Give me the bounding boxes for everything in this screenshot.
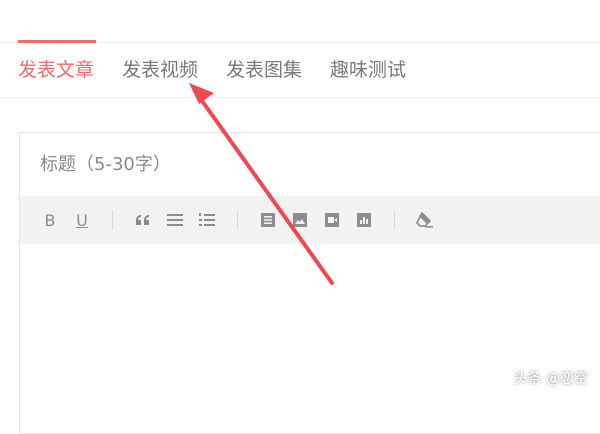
article-editor: B U: [19, 132, 600, 434]
toolbar-separator: [394, 210, 395, 230]
video-icon: [325, 213, 339, 227]
document-icon: [261, 213, 275, 227]
insert-chart-button[interactable]: [353, 209, 375, 231]
underline-button[interactable]: U: [71, 209, 93, 231]
insert-image-button[interactable]: [289, 209, 311, 231]
bullet-list-button[interactable]: [164, 209, 186, 231]
tab-publish-video[interactable]: 发表视频: [122, 56, 198, 84]
editor-toolbar: B U: [20, 196, 600, 244]
bold-icon: B: [44, 210, 56, 230]
quote-icon: [136, 215, 149, 225]
tab-fun-quiz[interactable]: 趣味测试: [330, 56, 406, 84]
active-tab-indicator: [18, 40, 96, 43]
quote-button[interactable]: [132, 209, 154, 231]
publish-tabs: 发表文章 发表视频 发表图集 趣味测试: [18, 56, 406, 84]
content-editor-area[interactable]: [20, 244, 600, 434]
insert-video-button[interactable]: [321, 209, 343, 231]
toolbar-separator: [237, 210, 238, 230]
tab-divider: [0, 97, 600, 98]
clear-format-button[interactable]: [414, 209, 436, 231]
title-input[interactable]: [20, 133, 580, 195]
numbered-list-button[interactable]: [196, 209, 218, 231]
chart-icon: [357, 213, 371, 227]
tab-publish-gallery[interactable]: 发表图集: [226, 56, 302, 84]
toolbar-separator: [112, 210, 113, 230]
numbered-list-icon: [199, 213, 215, 226]
underline-icon: U: [76, 210, 88, 230]
tab-publish-article[interactable]: 发表文章: [18, 56, 94, 84]
eraser-icon: [416, 212, 433, 228]
align-button[interactable]: [257, 209, 279, 231]
bold-button[interactable]: B: [39, 209, 61, 231]
bullet-list-icon: [167, 214, 183, 226]
watermark-text: 头条 @恋空: [513, 371, 588, 387]
image-icon: [293, 213, 307, 227]
